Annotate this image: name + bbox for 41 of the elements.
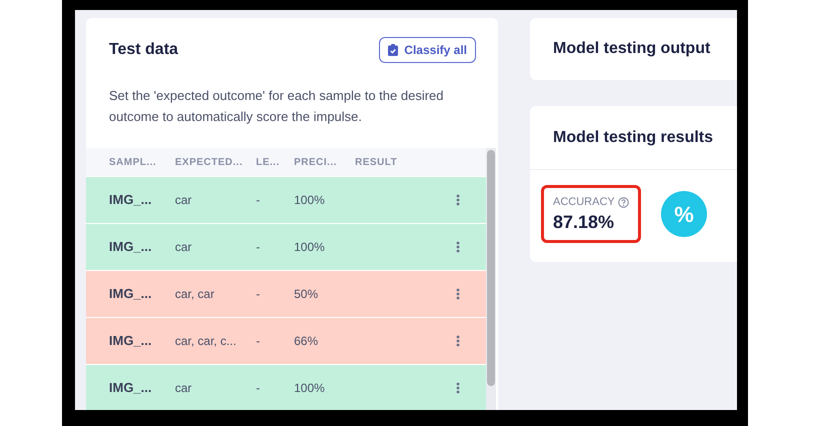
card-title: Model testing results: [553, 128, 714, 148]
accuracy-value: 87.18%: [553, 210, 616, 232]
sample-cell-text: IMG_...: [109, 332, 153, 350]
length-cell-text: -: [256, 239, 261, 256]
length-cell-text: -: [256, 286, 261, 303]
description-text: Set the 'expected outcome' for each sample to the desired outcome to automatically score the impulse.: [108, 87, 444, 126]
precision-cell-text: 66%: [294, 333, 320, 350]
accuracy-label: ACCURACY: [553, 195, 615, 210]
expected-cell-text: car: [175, 192, 193, 209]
column-header: PRECI...: [294, 156, 338, 170]
clipboard-check-icon: [388, 44, 398, 56]
more-options-icon[interactable]: [456, 288, 460, 300]
help-icon[interactable]: [618, 196, 629, 208]
length-cell-text: -: [256, 333, 261, 350]
sample-cell-text: IMG_...: [109, 191, 153, 210]
sample-cell-text: IMG_...: [109, 285, 153, 304]
precision-cell-text: 50%: [294, 286, 320, 303]
card-title: Model testing output: [553, 39, 710, 59]
more-options-icon[interactable]: [456, 382, 460, 394]
sample-cell-text: IMG_...: [109, 238, 153, 256]
column-header: EXPECTED...: [175, 156, 244, 170]
expected-cell-text: car, car: [175, 286, 216, 303]
length-cell-text: -: [256, 192, 261, 209]
precision-cell-text: 100%: [294, 380, 326, 397]
scrollbar[interactable]: [486, 148, 496, 410]
sample-cell-text: IMG_...: [109, 379, 153, 398]
more-options-icon[interactable]: [456, 335, 460, 347]
precision-cell-text: 100%: [294, 239, 326, 256]
classify-all-button[interactable]: Classify all: [379, 37, 476, 63]
more-options-icon[interactable]: [456, 194, 460, 206]
card-title: Test data: [109, 40, 178, 60]
more-options-icon[interactable]: [456, 241, 460, 253]
precision-cell-text: 100%: [294, 192, 326, 209]
column-header: LE...: [256, 156, 281, 170]
expected-cell-text: car: [175, 239, 193, 256]
expected-cell-text: car, car, c...: [175, 333, 238, 350]
expected-cell-text: car: [175, 380, 193, 397]
column-header: SAMPL...: [109, 156, 158, 170]
length-cell-text: -: [256, 380, 261, 397]
column-header: RESULT: [355, 156, 398, 170]
percent-badge: %: [661, 191, 707, 237]
